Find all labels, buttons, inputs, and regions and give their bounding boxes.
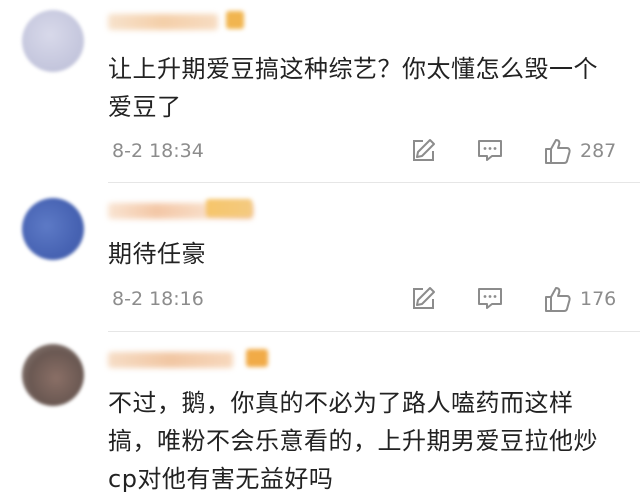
comment-text: 期待任豪 — [108, 240, 206, 268]
comment-meta: 8-2 18:16 176 — [108, 284, 640, 314]
comment-item: 让上升期爱豆搞这种综艺？你太懂怎么毁一个爱豆了 8-2 18:34 287 — [0, 0, 640, 182]
user-badge — [206, 199, 252, 217]
comment-icon[interactable] — [476, 136, 504, 166]
share-icon[interactable] — [410, 136, 438, 166]
user-badge — [246, 349, 268, 367]
comment-time: 8-2 18:34 — [112, 140, 204, 162]
avatar[interactable] — [22, 198, 84, 260]
avatar[interactable] — [22, 10, 84, 72]
thumbs-up-icon[interactable] — [542, 136, 572, 166]
user-badge — [226, 11, 244, 29]
comment-meta: 8-2 18:34 287 — [108, 136, 640, 166]
thumbs-up-icon[interactable] — [542, 284, 572, 314]
comment-icon[interactable] — [476, 284, 504, 314]
username[interactable] — [108, 14, 218, 30]
like-count: 176 — [580, 288, 617, 310]
avatar[interactable] — [22, 344, 84, 406]
share-icon[interactable] — [410, 284, 438, 314]
comment-text: 让上升期爱豆搞这种综艺？你太懂怎么毁一个爱豆了 — [108, 55, 598, 121]
comment-item: 不过，鹅，你真的不必为了路人嗑药而这样搞，唯粉不会乐意看的，上升期男爱豆拉他炒c… — [0, 332, 640, 501]
username[interactable] — [108, 352, 233, 368]
like-count: 287 — [580, 140, 617, 162]
comment-item: 期待任豪 8-2 18:16 176 — [0, 183, 640, 331]
comment-text: 不过，鹅，你真的不必为了路人嗑药而这样搞，唯粉不会乐意看的，上升期男爱豆拉他炒c… — [108, 389, 598, 493]
comment-time: 8-2 18:16 — [112, 288, 204, 310]
